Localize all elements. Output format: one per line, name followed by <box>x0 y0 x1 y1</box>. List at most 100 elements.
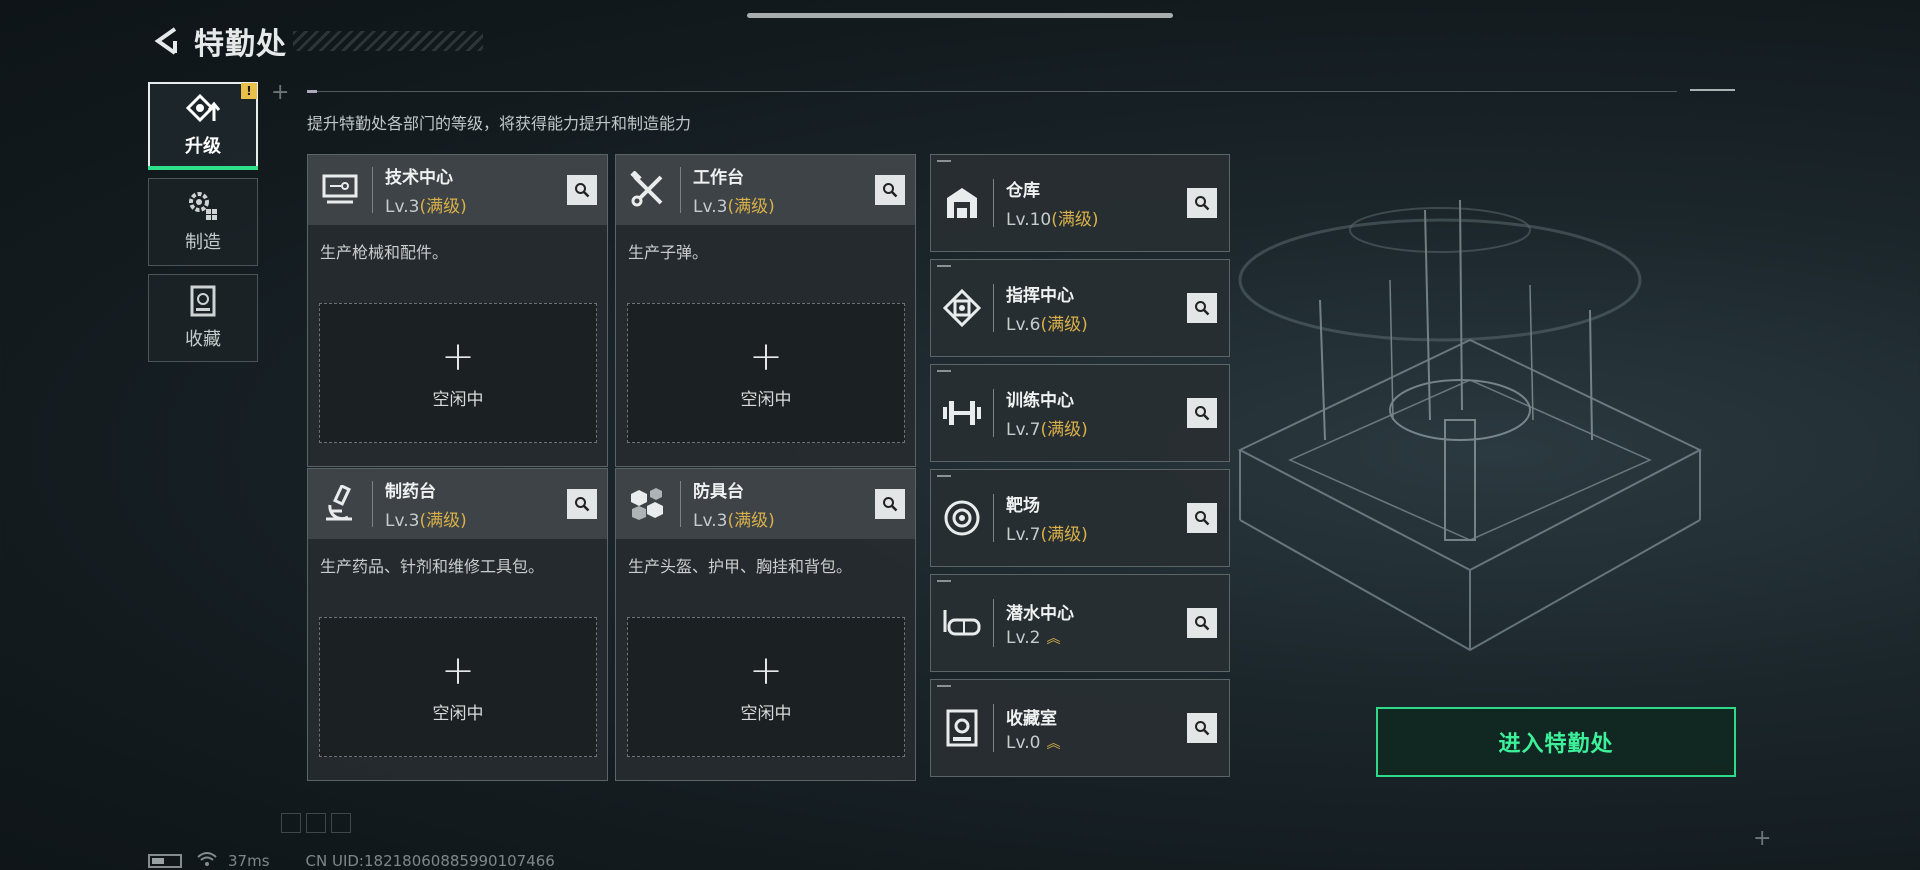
magnifier-icon <box>1195 616 1210 631</box>
side-tabs: ! 升级 制造 收藏 <box>148 82 260 370</box>
search-button[interactable] <box>567 175 597 205</box>
workshop-panel-workbench: 工作台 Lv.3(满级) 生产子弹。 + 空闲中 <box>615 154 916 467</box>
workshop-description: 生产子弹。 <box>628 243 709 262</box>
panel-divider <box>993 389 994 437</box>
page-subtitle: 提升特勤处各部门的等级，将获得能力提升和制造能力 <box>307 114 692 133</box>
magnifier-icon <box>883 183 898 198</box>
alert-badge: ! <box>241 83 257 99</box>
slot-status: 空闲中 <box>740 703 792 724</box>
search-button[interactable] <box>875 489 905 519</box>
upgrade-available-icon: ︽ <box>1046 735 1060 752</box>
display-case-icon <box>931 679 993 777</box>
facility-name: 潜水中心 <box>1006 603 1074 624</box>
page-title: 特勤处 <box>194 27 287 62</box>
panel-divider <box>993 599 994 647</box>
plus-icon: + <box>441 647 475 694</box>
panel-divider <box>993 284 994 332</box>
gears-icon <box>189 192 217 220</box>
workshop-name: 技术中心 <box>385 168 453 188</box>
max-level-tag: (满级) <box>1040 525 1088 545</box>
search-button[interactable] <box>1187 608 1217 638</box>
search-button[interactable] <box>1187 398 1217 428</box>
facility-shooting-range[interactable]: 靶场 Lv.7(满级) <box>930 469 1230 567</box>
production-slot[interactable]: + 空闲中 <box>319 303 597 443</box>
target-icon <box>931 469 993 567</box>
headquarters-building-art <box>1237 199 1703 652</box>
production-slot[interactable]: + 空闲中 <box>627 303 905 443</box>
enter-special-ops-button[interactable]: 进入特勤处 <box>1376 707 1736 777</box>
command-chip-icon <box>931 259 993 357</box>
panel-header: 技术中心 Lv.3(满级) <box>308 155 607 225</box>
back-button[interactable] <box>148 21 184 61</box>
facility-command-center[interactable]: 指挥中心 Lv.6(满级) <box>930 259 1230 357</box>
warehouse-icon <box>931 154 993 252</box>
max-level-tag: (满级) <box>727 197 775 217</box>
search-button[interactable] <box>567 489 597 519</box>
facility-level: Lv.10 <box>1006 210 1052 230</box>
tab-collection-label: 收藏 <box>185 329 221 350</box>
tab-collection[interactable]: 收藏 <box>148 274 258 362</box>
workshop-level: Lv.3 <box>693 197 728 217</box>
magnifier-icon <box>575 183 590 198</box>
max-level-tag: (满级) <box>1040 420 1088 440</box>
slot-status: 空闲中 <box>740 389 792 410</box>
ping-readout: 37ms <box>228 852 270 870</box>
panel-divider <box>680 481 681 527</box>
tab-craft[interactable]: 制造 <box>148 178 258 266</box>
magnifier-icon <box>1195 301 1210 316</box>
max-level-tag: (满级) <box>1040 315 1088 335</box>
facility-level: Lv.6 <box>1006 315 1041 335</box>
search-button[interactable] <box>1187 713 1217 743</box>
facility-name: 指挥中心 <box>1006 286 1074 306</box>
search-button[interactable] <box>1187 503 1217 533</box>
workshop-level: Lv.3 <box>385 511 420 531</box>
slot-status: 空闲中 <box>432 389 484 410</box>
facility-level: Lv.7 <box>1006 420 1041 440</box>
workshop-name: 防具台 <box>693 482 744 502</box>
facility-name: 仓库 <box>1006 181 1040 201</box>
decorative-squares <box>281 813 351 833</box>
top-divider-accent <box>1690 89 1735 91</box>
facility-warehouse[interactable]: 仓库 Lv.10(满级) <box>930 154 1230 252</box>
tools-icon <box>616 155 680 225</box>
facility-collection-room[interactable]: 收藏室 Lv.0 ︽ <box>930 679 1230 777</box>
panel-divider <box>372 481 373 527</box>
search-button[interactable] <box>1187 188 1217 218</box>
microscope-icon <box>308 469 372 539</box>
workshop-level: Lv.3 <box>385 197 420 217</box>
panel-header: 工作台 Lv.3(满级) <box>616 155 915 225</box>
workshop-description: 生产枪械和配件。 <box>320 243 449 262</box>
production-slot[interactable]: + 空闲中 <box>319 617 597 757</box>
upgrade-available-icon: ︽ <box>1046 630 1060 647</box>
facility-level: Lv.0 <box>1006 732 1041 753</box>
slot-status: 空闲中 <box>432 703 484 724</box>
top-drag-handle[interactable] <box>747 13 1173 18</box>
production-slot[interactable]: + 空闲中 <box>627 617 905 757</box>
tab-upgrade[interactable]: ! 升级 <box>148 82 258 170</box>
magnifier-icon <box>1195 406 1210 421</box>
top-divider <box>307 90 1677 93</box>
panel-divider <box>993 704 994 752</box>
facility-level: Lv.7 <box>1006 525 1041 545</box>
header: 特勤处 <box>148 18 483 64</box>
max-level-tag: (满级) <box>419 511 467 531</box>
status-bar: 37ms CN UID:18218060885990107466 <box>148 852 555 870</box>
facility-diving-center[interactable]: 潜水中心 Lv.2 ︽ <box>930 574 1230 672</box>
workshop-level: Lv.3 <box>693 511 728 531</box>
magnifier-icon <box>1195 196 1210 211</box>
panel-divider <box>993 179 994 227</box>
search-button[interactable] <box>875 175 905 205</box>
magnifier-icon <box>1195 511 1210 526</box>
workshop-description: 生产药品、针剂和维修工具包。 <box>320 557 545 576</box>
workshop-name: 制药台 <box>385 482 436 502</box>
armor-blocks-icon <box>616 469 680 539</box>
workshop-panel-pharmacy: 制药台 Lv.3(满级) 生产药品、针剂和维修工具包。 + 空闲中 <box>307 468 608 781</box>
search-button[interactable] <box>1187 293 1217 323</box>
back-arrow-icon <box>154 27 177 55</box>
magnifier-icon <box>1195 721 1210 736</box>
battery-icon <box>148 854 182 868</box>
workshop-panel-armor: 防具台 Lv.3(满级) 生产头盔、护甲、胸挂和背包。 + 空闲中 <box>615 468 916 781</box>
user-uid: CN UID:18218060885990107466 <box>305 852 555 870</box>
facility-training-center[interactable]: 训练中心 Lv.7(满级) <box>930 364 1230 462</box>
workshop-name: 工作台 <box>693 168 744 188</box>
